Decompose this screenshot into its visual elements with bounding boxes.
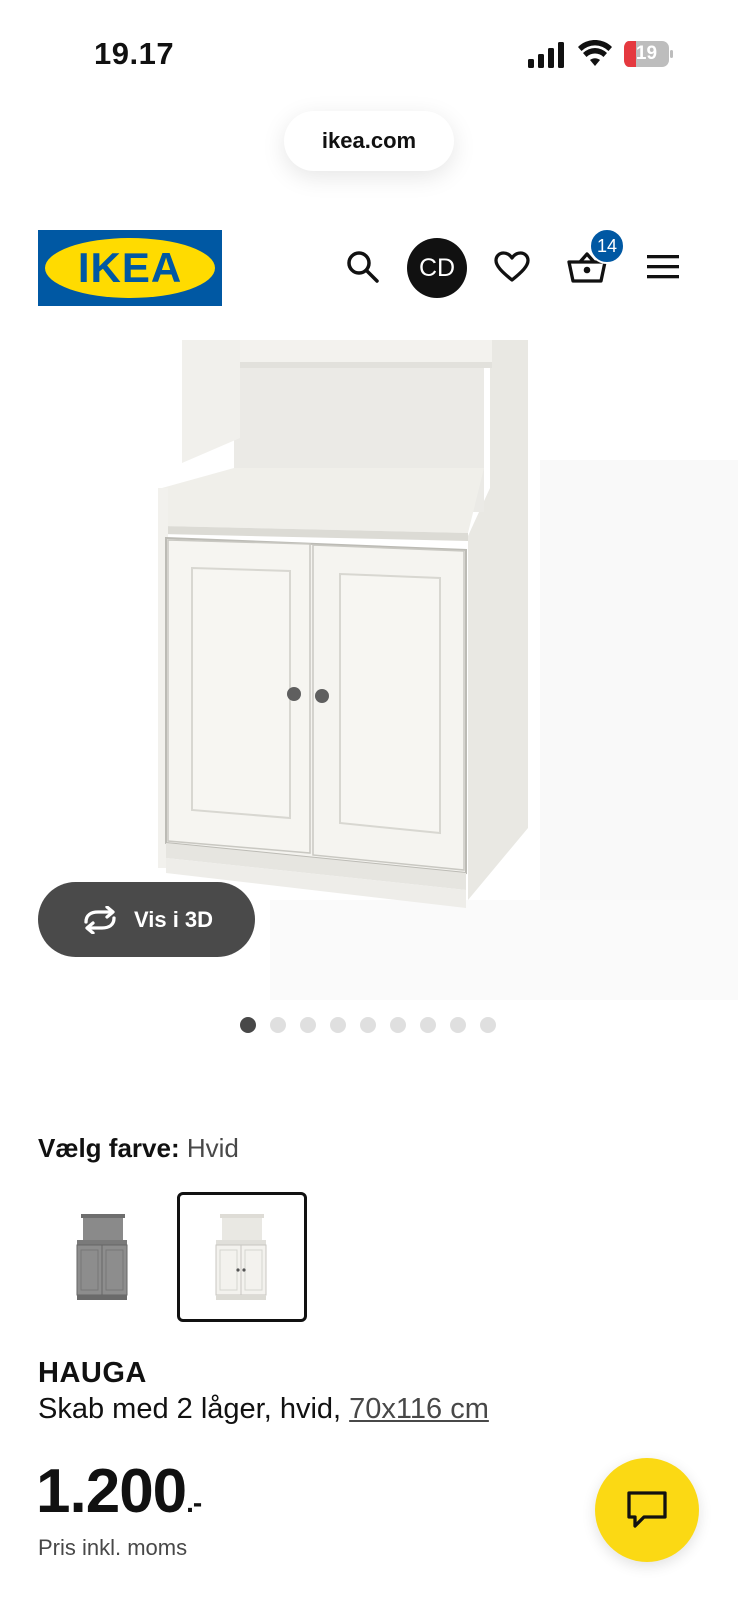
color-selected-value: Hvid — [186, 1133, 239, 1163]
product-size-link[interactable]: 70x116 cm — [349, 1393, 489, 1425]
product-name: HAUGA — [38, 1357, 147, 1389]
product-price: 1.200.- — [36, 1456, 202, 1527]
gallery-pagination — [240, 1017, 496, 1033]
gallery-dot[interactable] — [450, 1017, 466, 1033]
price-value: 1.200 — [36, 1457, 187, 1526]
view-in-3d-button[interactable]: Vis i 3D — [38, 882, 255, 957]
wifi-icon — [578, 40, 612, 66]
chat-button[interactable] — [595, 1458, 699, 1562]
product-description: Skab med 2 låger, hvid, 70x116 cm — [38, 1393, 489, 1426]
url-bar[interactable]: ikea.com — [284, 111, 454, 171]
product-description-text: Skab med 2 låger, hvid, — [38, 1393, 342, 1425]
logo-text: IKEA — [78, 244, 182, 291]
hamburger-menu-icon — [647, 255, 679, 279]
gallery-dot[interactable] — [330, 1017, 346, 1033]
gallery-dot[interactable] — [240, 1017, 256, 1033]
chat-bubble-icon — [627, 1491, 667, 1528]
gallery-dot[interactable] — [300, 1017, 316, 1033]
status-bar: 19.17 19 — [0, 0, 738, 100]
battery-icon: 19 — [624, 41, 674, 67]
site-header: IKEA CD 14 — [0, 226, 738, 306]
color-label-title: Vælg farve: — [38, 1133, 180, 1163]
cart-count-badge: 14 — [589, 228, 625, 264]
gallery-dot[interactable] — [420, 1017, 436, 1033]
search-icon — [347, 251, 379, 283]
product-image — [158, 340, 528, 908]
white-cabinet-thumbnail — [215, 1214, 267, 1300]
view-in-3d-label: Vis i 3D — [133, 906, 214, 932]
price-note: Pris inkl. moms — [38, 1535, 188, 1560]
color-picker-label: Vælg farve: Hvid — [38, 1133, 239, 1164]
favorites-button[interactable] — [483, 238, 541, 296]
price-suffix: .- — [186, 1487, 202, 1518]
color-option-white[interactable] — [177, 1192, 307, 1322]
grey-cabinet-thumbnail — [76, 1214, 128, 1300]
gallery-dot[interactable] — [390, 1017, 406, 1033]
status-time: 19.17 — [94, 36, 175, 71]
rotate-3d-icon — [84, 905, 116, 934]
ikea-logo[interactable]: IKEA — [38, 230, 222, 306]
gallery-dot[interactable] — [480, 1017, 496, 1033]
gallery-dot[interactable] — [360, 1017, 376, 1033]
color-option-grey[interactable] — [38, 1192, 168, 1322]
cellular-signal-icon — [528, 42, 564, 68]
search-button[interactable] — [334, 238, 392, 296]
menu-button[interactable] — [634, 238, 692, 296]
gallery-dot[interactable] — [270, 1017, 286, 1033]
battery-level: 19 — [635, 43, 658, 64]
heart-icon — [494, 251, 530, 282]
account-avatar[interactable]: CD — [407, 238, 467, 298]
